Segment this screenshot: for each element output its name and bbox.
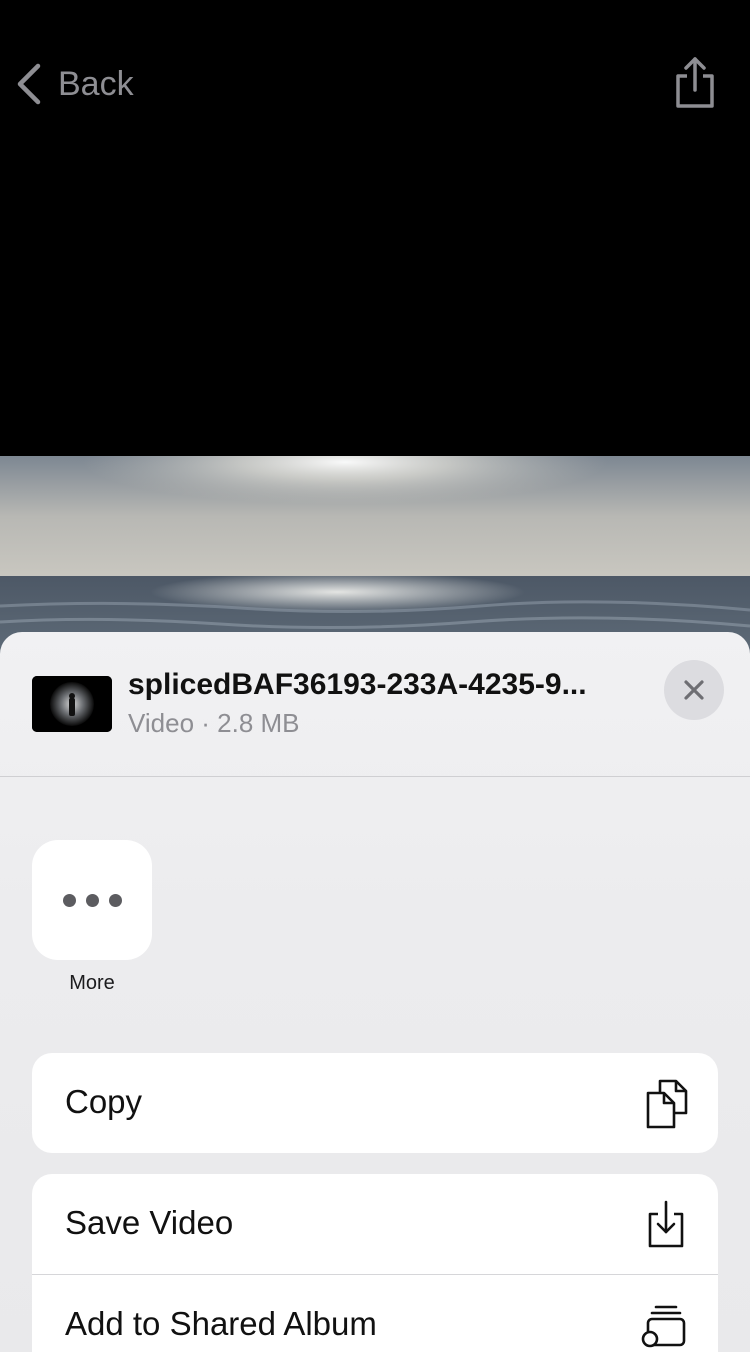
close-button[interactable] <box>664 660 724 720</box>
back-label: Back <box>58 64 134 103</box>
back-button[interactable]: Back <box>16 58 134 110</box>
action-group-copy: Copy <box>32 1053 718 1153</box>
chevron-left-icon <box>17 63 41 105</box>
save-video-label: Save Video <box>65 1204 234 1241</box>
share-button[interactable] <box>672 56 718 110</box>
more-icon <box>62 893 76 907</box>
file-meta: Video · 2.8 MB <box>128 708 300 738</box>
more-label: More <box>69 972 115 994</box>
more-button[interactable] <box>32 840 152 960</box>
video-thumbnail <box>32 676 112 732</box>
shared-album-icon <box>638 1297 694 1352</box>
save-to-device-icon <box>638 1196 694 1252</box>
add-to-shared-album-label: Add to Shared Album <box>65 1305 377 1342</box>
more-icon-dot <box>108 893 122 907</box>
video-player[interactable] <box>0 456 750 656</box>
action-group-save: Save Video Add to Shared Album <box>32 1174 718 1352</box>
share-icon <box>676 57 714 108</box>
more-icon-dot <box>85 893 99 907</box>
top-navigation-bar: Back <box>0 0 750 170</box>
close-icon <box>684 680 704 700</box>
thumbnail-image <box>32 676 112 732</box>
add-to-shared-album-action[interactable]: Add to Shared Album <box>32 1275 718 1352</box>
copy-label: Copy <box>65 1083 143 1120</box>
save-video-action[interactable]: Save Video <box>32 1174 718 1275</box>
share-sheet: splicedBAF36193-233A-4235-9... Video · 2… <box>0 632 750 1352</box>
file-name: splicedBAF36193-233A-4235-9... <box>128 668 587 701</box>
copy-action[interactable]: Copy <box>32 1053 718 1153</box>
copy-icon <box>638 1075 694 1131</box>
video-frame-image <box>0 456 750 656</box>
share-sheet-header: splicedBAF36193-233A-4235-9... Video · 2… <box>0 632 750 777</box>
